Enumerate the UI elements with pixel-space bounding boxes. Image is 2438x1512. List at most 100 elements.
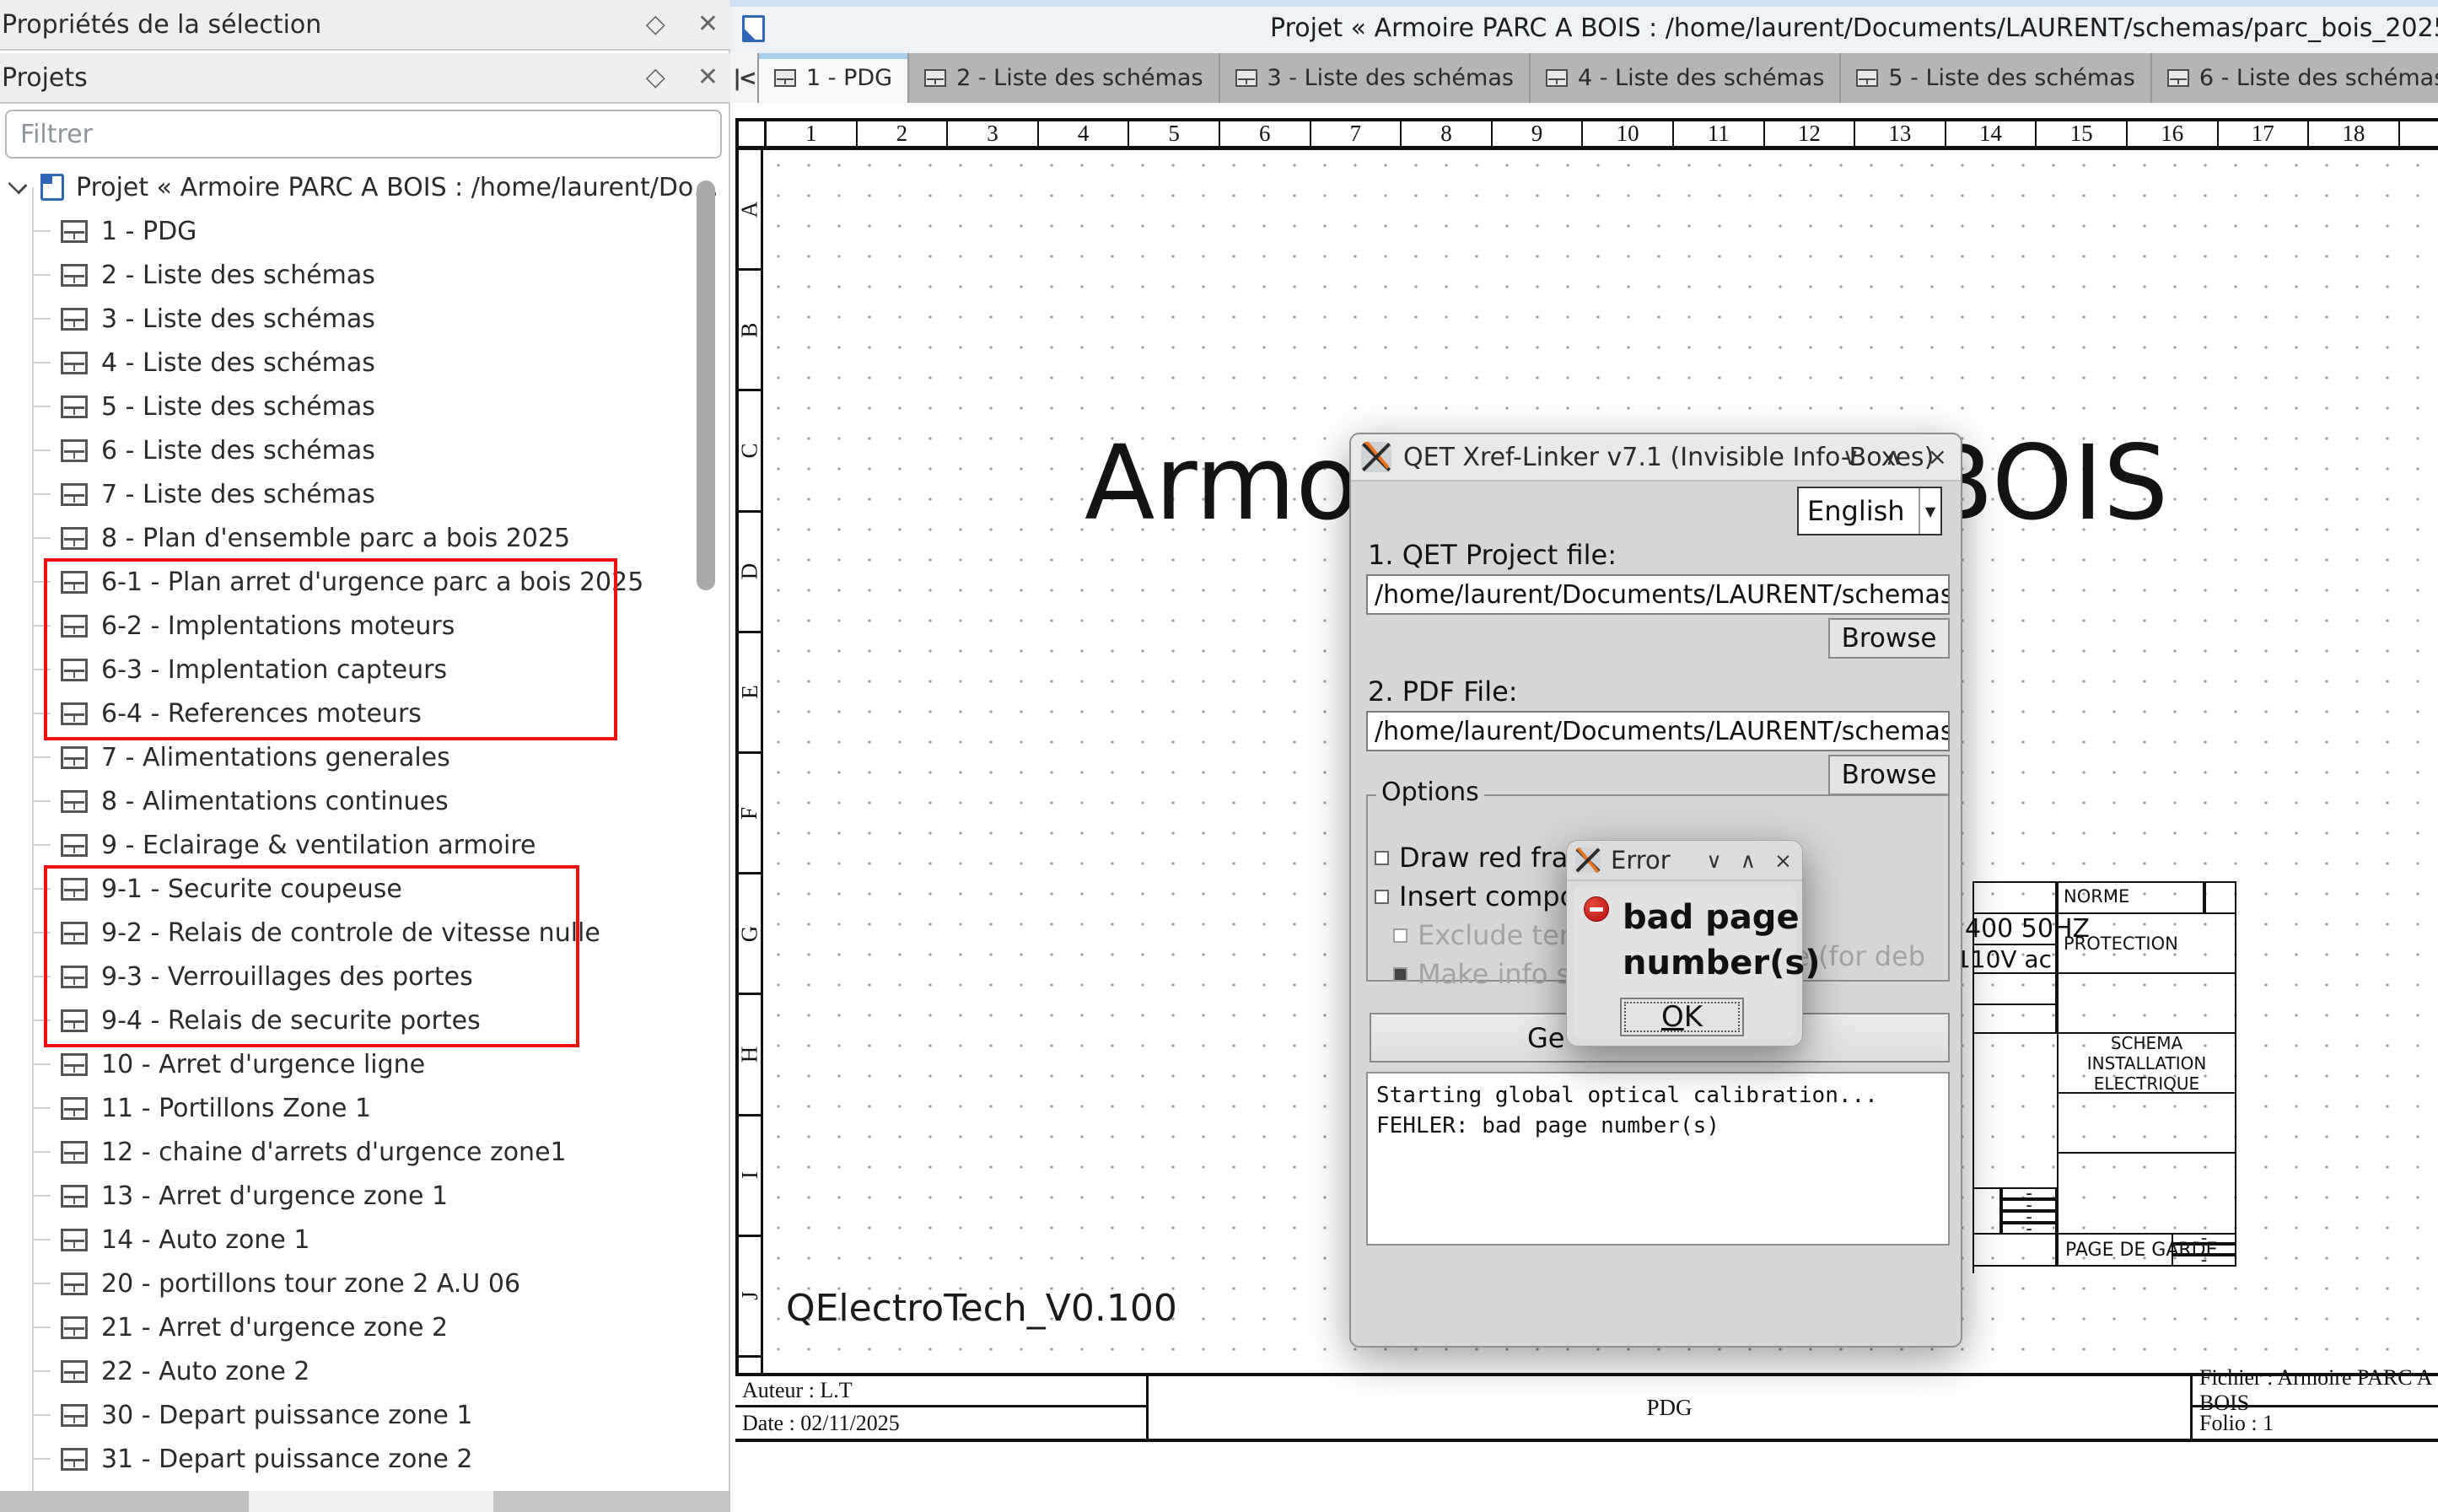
folio-name-cell: PDG (1149, 1376, 2190, 1439)
row-ruler-cell: B (739, 271, 761, 391)
folio-icon (61, 1053, 88, 1076)
minimize-icon[interactable]: ∨ (1843, 445, 1860, 469)
tree-item[interactable]: 9 - Eclairage & ventilation armoire (0, 823, 729, 867)
tab-label: 5 - Liste des schémas (1888, 65, 2134, 91)
tab-scroll-left-button[interactable]: |< (730, 53, 759, 103)
tree-root-item[interactable]: Projet « Armoire PARC A BOIS : /home/lau… (0, 165, 729, 209)
column-ruler-cell: 11 (1674, 121, 1765, 146)
minimize-icon[interactable]: ∨ (1706, 850, 1721, 871)
pdf-file-input[interactable]: /home/laurent/Documents/LAURENT/schemas/… (1366, 711, 1950, 751)
tree-branch-line (32, 844, 51, 846)
tree-item-label: 7 - Liste des schémas (101, 480, 375, 509)
tree-item[interactable]: 9-2 - Relais de controle de vitesse null… (0, 911, 729, 955)
tree-item[interactable]: 6-4 - References moteurs (0, 691, 729, 735)
project-icon (40, 174, 64, 201)
tree-branch-line (32, 1063, 51, 1065)
project-file-input[interactable]: /home/laurent/Documents/LAURENT/schemas/… (1366, 574, 1950, 615)
tree-item-label: 6-2 - Implentations moteurs (101, 611, 455, 641)
folio-tab[interactable]: 1 - PDG (759, 53, 909, 103)
chevron-down-icon[interactable]: ▼ (1919, 488, 1940, 534)
tree-item[interactable]: 8 - Alimentations continues (0, 779, 729, 823)
tree-item[interactable]: 10 - Arret d'urgence ligne (0, 1042, 729, 1086)
folio-tab[interactable]: 3 - Liste des schémas (1220, 53, 1531, 103)
tree-item[interactable]: 6 - Liste des schémas (0, 428, 729, 472)
close-icon[interactable]: × (1928, 445, 1947, 469)
tree-item[interactable]: 7 - Liste des schémas (0, 472, 729, 516)
folio-tabbar: |< 1 - PDG2 - Liste des schémas3 - Liste… (730, 53, 2438, 103)
column-ruler-cell: 8 (1402, 121, 1493, 146)
tree-item[interactable]: 7 - Alimentations generales (0, 735, 729, 779)
language-select[interactable]: English ▼ (1797, 487, 1942, 535)
checkbox-icon[interactable] (1393, 928, 1407, 943)
row-ruler-cell: F (739, 754, 761, 874)
folio-tab[interactable]: 6 - Liste des schémas (2152, 53, 2438, 103)
tree-item[interactable]: 9-1 - Securite coupeuse (0, 867, 729, 911)
tree-item[interactable]: 14 - Auto zone 1 (0, 1218, 729, 1262)
row-ruler-label: B (736, 322, 762, 337)
cartouche-cell (1972, 1187, 2001, 1235)
error-dialog-titlebar[interactable]: Error ∨ ∧ × (1567, 841, 1802, 881)
tree-item[interactable]: 9-3 - Verrouillages des portes (0, 955, 729, 998)
tree-item[interactable]: 4 - Liste des schémas (0, 341, 729, 385)
folio-tab[interactable]: 4 - Liste des schémas (1531, 53, 1841, 103)
projects-panel-title: Projets (0, 63, 88, 93)
tree-item[interactable]: 5 - Liste des schémas (0, 385, 729, 428)
column-ruler-cell: 16 (2128, 121, 2219, 146)
tree-item[interactable]: 31 - Depart puissance zone 2 (0, 1437, 729, 1481)
folio-icon (61, 527, 88, 550)
tree-item[interactable]: 8 - Plan d'ensemble parc a bois 2025 (0, 516, 729, 560)
tree-item[interactable]: 6-1 - Plan arret d'urgence parc a bois 2… (0, 560, 729, 604)
tree-item[interactable]: 6-2 - Implentations moteurs (0, 604, 729, 648)
tree-item[interactable]: 13 - Arret d'urgence zone 1 (0, 1174, 729, 1218)
maximize-icon[interactable]: ∧ (1885, 445, 1903, 469)
folio-tab[interactable]: 5 - Liste des schémas (1841, 53, 2151, 103)
tree-item-label: 14 - Auto zone 1 (101, 1225, 309, 1255)
tree-scrollbar-thumb[interactable] (697, 180, 715, 590)
tree-item-label: 9-2 - Relais de controle de vitesse null… (101, 918, 600, 948)
close-icon[interactable]: × (1774, 850, 1792, 871)
tree-item[interactable]: 22 - Auto zone 2 (0, 1349, 729, 1393)
cartouche-dash: - (2172, 1233, 2236, 1244)
ok-button[interactable]: OK (1620, 998, 1744, 1036)
fichier-cell: Fichier : Armoire PARC A BOIS (2193, 1376, 2438, 1407)
close-panel-icon[interactable]: ✕ (697, 65, 718, 90)
maximize-icon[interactable]: ∧ (1741, 850, 1756, 871)
bottom-sliver (0, 1491, 730, 1512)
close-panel-icon[interactable]: ✕ (697, 12, 718, 37)
detach-panel-icon[interactable]: ◇ (646, 65, 665, 90)
tree-branch-line (32, 1370, 51, 1372)
tree-item[interactable]: 20 - portillons tour zone 2 A.U 06 (0, 1262, 729, 1305)
cartouche-block: NORME X 400 50HZ 110V ac PROTECTION SCHE… (1972, 881, 2236, 1267)
tree-item[interactable]: 6-3 - Implentation capteurs (0, 648, 729, 691)
tree-item[interactable]: 12 - chaine d'arrets d'urgence zone1 (0, 1130, 729, 1174)
tree-item-label: 1 - PDG (101, 217, 196, 246)
browse-project-button[interactable]: Browse (1828, 618, 1950, 659)
log-output[interactable]: Starting global optical calibration... F… (1366, 1072, 1950, 1246)
tree-item[interactable]: 11 - Portillons Zone 1 (0, 1086, 729, 1130)
checkbox-icon[interactable] (1393, 967, 1407, 982)
tree-item-label: 9-1 - Securite coupeuse (101, 874, 402, 904)
window-titlebar: Projet « Armoire PARC A BOIS : /home/lau… (730, 0, 2438, 53)
tree-item[interactable]: 9-4 - Relais de securite portes (0, 998, 729, 1042)
column-ruler-cell: 2 (858, 121, 949, 146)
tree-item[interactable]: 50 - Quai a rondins 50M6 (0, 1481, 729, 1491)
tree-item[interactable]: 1 - PDG (0, 209, 729, 253)
ruler-corner (739, 121, 767, 146)
detach-panel-icon[interactable]: ◇ (646, 12, 665, 37)
tree-item-label: 4 - Liste des schémas (101, 348, 375, 378)
tree-item[interactable]: 30 - Depart puissance zone 1 (0, 1393, 729, 1437)
checkbox-icon[interactable] (1375, 851, 1389, 865)
properties-panel-title: Propriétés de la sélection (0, 10, 321, 40)
tree-item-label: 3 - Liste des schémas (101, 304, 375, 334)
folio-icon (61, 922, 88, 944)
tree-item[interactable]: 21 - Arret d'urgence zone 2 (0, 1305, 729, 1349)
tree-item[interactable]: 2 - Liste des schémas (0, 253, 729, 297)
filter-input[interactable] (5, 110, 722, 159)
expander-icon[interactable] (8, 175, 28, 195)
folio-tab[interactable]: 2 - Liste des schémas (909, 53, 1219, 103)
cartouche-cell (2057, 1092, 2236, 1154)
checkbox-icon[interactable] (1375, 890, 1389, 904)
browse-pdf-button[interactable]: Browse (1828, 755, 1950, 795)
dialog-titlebar[interactable]: QET Xref-Linker v7.1 (Invisible Info-Box… (1351, 434, 1961, 482)
tree-item[interactable]: 3 - Liste des schémas (0, 297, 729, 341)
